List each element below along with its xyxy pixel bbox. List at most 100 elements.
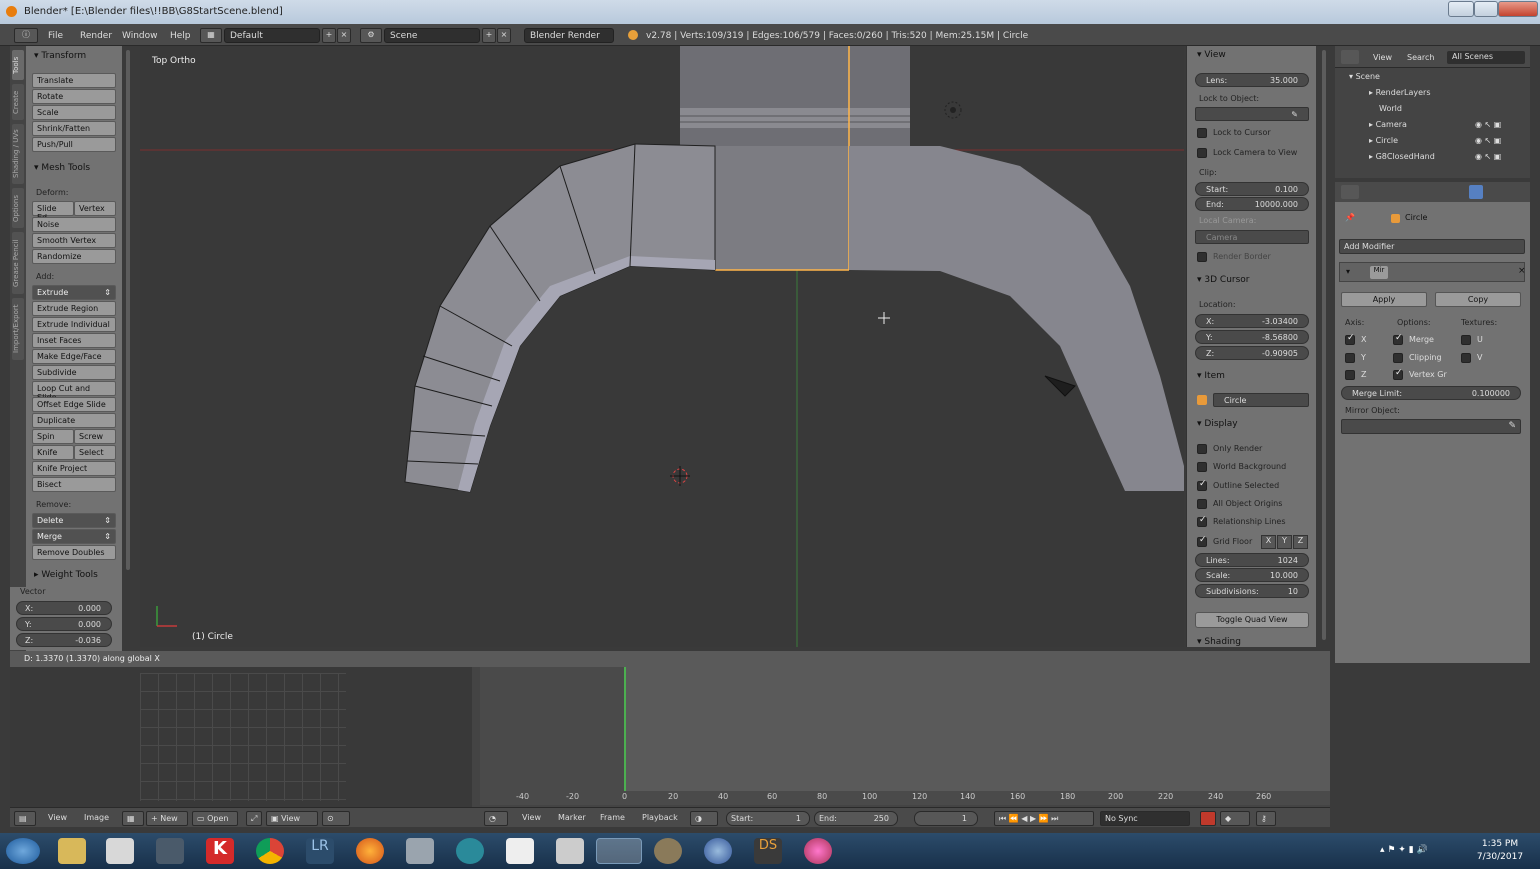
record-icon[interactable] <box>1200 811 1216 826</box>
randomize-button[interactable]: Randomize <box>32 249 116 264</box>
current-frame-marker[interactable] <box>624 667 626 791</box>
wrench-icon[interactable] <box>1469 185 1483 199</box>
eyedropper-icon[interactable]: ✎ <box>1508 421 1516 431</box>
pin-image-icon[interactable]: ⤢ <box>246 811 262 826</box>
visibility-eye-icon[interactable]: ◉ ↖ ▣ <box>1475 136 1501 145</box>
subdivide-button[interactable]: Subdivide <box>32 365 116 380</box>
app-icon[interactable] <box>654 838 682 864</box>
scene-icon[interactable]: ⚙ <box>360 28 382 43</box>
app-icon[interactable] <box>704 838 732 864</box>
editor-type-icon[interactable]: ⓘ <box>14 28 38 43</box>
new-image-button[interactable]: + New <box>146 811 188 826</box>
cursor-y-field[interactable]: Y: -8.56800 <box>1195 330 1309 344</box>
menu-render[interactable]: Render <box>80 31 112 41</box>
add-modifier-dropdown[interactable]: Add Modifier <box>1339 239 1525 254</box>
maximize-button[interactable] <box>1474 1 1498 17</box>
lock-object-field[interactable]: ✎ <box>1195 107 1309 121</box>
pin-icon[interactable]: 📌 <box>1345 213 1355 222</box>
shading-header[interactable]: ▾ Shading <box>1197 637 1241 647</box>
clipping-checkbox[interactable] <box>1393 353 1403 363</box>
render-engine-dropdown[interactable]: Blender Render <box>524 28 614 43</box>
duplicate-button[interactable]: Duplicate <box>32 413 116 428</box>
start-button-icon[interactable] <box>6 838 40 864</box>
make-edge-face-button[interactable]: Make Edge/Face <box>32 349 116 364</box>
eyedropper-icon[interactable]: ✎ <box>1291 110 1298 119</box>
item-name-field[interactable]: Circle <box>1213 393 1309 407</box>
n-panel-scroll-thumb[interactable] <box>1322 50 1326 640</box>
apply-button[interactable]: Apply <box>1341 292 1427 307</box>
clock-date[interactable]: 7/30/2017 <box>1474 852 1526 862</box>
outliner-camera[interactable]: ▸ Camera <box>1369 120 1407 129</box>
close-button[interactable] <box>1498 1 1538 17</box>
menu-window[interactable]: Window <box>122 31 158 41</box>
mirror-object-field[interactable]: ✎ <box>1341 419 1521 434</box>
outliner-view-menu[interactable]: View <box>1373 53 1392 62</box>
display-header[interactable]: ▾ Display <box>1197 419 1238 429</box>
preview-range-icon[interactable]: ◑ <box>690 811 718 826</box>
grid-scale-field[interactable]: Scale: 10.000 <box>1195 568 1309 582</box>
remove-layout-button[interactable]: × <box>337 28 351 43</box>
mirror-v-checkbox[interactable] <box>1461 353 1471 363</box>
firefox-icon[interactable] <box>356 838 384 864</box>
start-frame-field[interactable]: Start: 1 <box>726 811 810 826</box>
grid-z-toggle[interactable]: Z <box>1293 535 1308 549</box>
clock-time[interactable]: 1:35 PM <box>1478 839 1522 849</box>
daz-studio-icon[interactable]: DS <box>754 838 782 864</box>
outliner-world[interactable]: World <box>1379 104 1402 113</box>
uv-view-menu[interactable]: View <box>48 813 67 822</box>
properties-editor-icon[interactable] <box>1341 185 1359 199</box>
cursor-z-field[interactable]: Z: -0.90905 <box>1195 346 1309 360</box>
screw-button[interactable]: Screw <box>74 429 116 444</box>
toggle-quad-view-button[interactable]: Toggle Quad View <box>1195 612 1309 628</box>
outliner-hand[interactable]: ▸ G8ClosedHand <box>1369 152 1435 161</box>
delete-dropdown[interactable]: Delete ⇕ <box>32 513 116 528</box>
noise-button[interactable]: Noise <box>32 217 116 232</box>
slide-edge-button[interactable]: Slide Ed <box>32 201 74 222</box>
viewport-canvas[interactable] <box>140 46 1184 647</box>
lock-cursor-checkbox[interactable] <box>1197 128 1207 138</box>
vertex-slide-button[interactable]: Vertex <box>74 201 116 216</box>
collapse-icon[interactable]: ▾ <box>1346 267 1350 276</box>
all-object-origins-checkbox[interactable] <box>1197 499 1207 509</box>
render-border-checkbox[interactable] <box>1197 252 1207 262</box>
tab-grease-pencil[interactable]: Grease Pencil <box>12 232 24 294</box>
copy-button[interactable]: Copy <box>1435 292 1521 307</box>
remove-scene-button[interactable]: × <box>497 28 511 43</box>
remove-doubles-button[interactable]: Remove Doubles <box>32 545 116 560</box>
loop-cut-slide-button[interactable]: Loop Cut and Slide <box>32 381 116 402</box>
grid-subdivisions-field[interactable]: Subdivisions: 10 <box>1195 584 1309 598</box>
tab-create[interactable]: Create <box>12 84 24 120</box>
vector-x-field[interactable]: X: 0.000 <box>16 601 112 615</box>
document-app-icon[interactable] <box>556 838 584 864</box>
smooth-vertex-button[interactable]: Smooth Vertex <box>32 233 116 248</box>
axis-x-checkbox[interactable] <box>1345 333 1355 345</box>
cursor-x-field[interactable]: X: -3.03400 <box>1195 314 1309 328</box>
tool-shelf-scroll-thumb[interactable] <box>126 50 130 570</box>
uv-sync-icon[interactable]: ⊙ <box>322 811 350 826</box>
menu-file[interactable]: File <box>48 31 63 41</box>
knife-button[interactable]: Knife <box>32 445 74 460</box>
app-icon[interactable] <box>804 838 832 864</box>
scale-button[interactable]: Scale <box>32 105 116 120</box>
open-image-button[interactable]: ▭ Open <box>192 811 238 826</box>
vector-y-field[interactable]: Y: 0.000 <box>16 617 112 631</box>
world-background-checkbox[interactable] <box>1197 462 1207 472</box>
lens-field[interactable]: Lens: 35.000 <box>1195 73 1309 87</box>
window-app-icon[interactable] <box>506 838 534 864</box>
outliner-editor-icon[interactable] <box>1341 50 1359 64</box>
add-layout-button[interactable]: + <box>322 28 336 43</box>
remove-modifier-icon[interactable]: × <box>1518 266 1526 276</box>
visibility-eye-icon[interactable]: ◉ ↖ ▣ <box>1475 120 1501 129</box>
rotate-button[interactable]: Rotate <box>32 89 116 104</box>
push-pull-button[interactable]: Push/Pull <box>32 137 116 152</box>
file-explorer-icon[interactable] <box>58 838 86 864</box>
tab-tools[interactable]: Tools <box>12 50 24 80</box>
n-panel-scrollbar[interactable] <box>1318 46 1330 650</box>
timeline-editor-type-icon[interactable]: ◔ <box>484 811 508 826</box>
visibility-eye-icon[interactable]: ◉ ↖ ▣ <box>1475 152 1501 161</box>
outliner-renderlayers[interactable]: ▸ RenderLayers <box>1369 88 1431 97</box>
outliner-search-menu[interactable]: Search <box>1407 53 1434 62</box>
uv-image-editor[interactable] <box>10 667 472 807</box>
keyframe-icon[interactable]: ◆ <box>1220 811 1250 826</box>
offset-edge-slide-button[interactable]: Offset Edge Slide <box>32 397 116 412</box>
